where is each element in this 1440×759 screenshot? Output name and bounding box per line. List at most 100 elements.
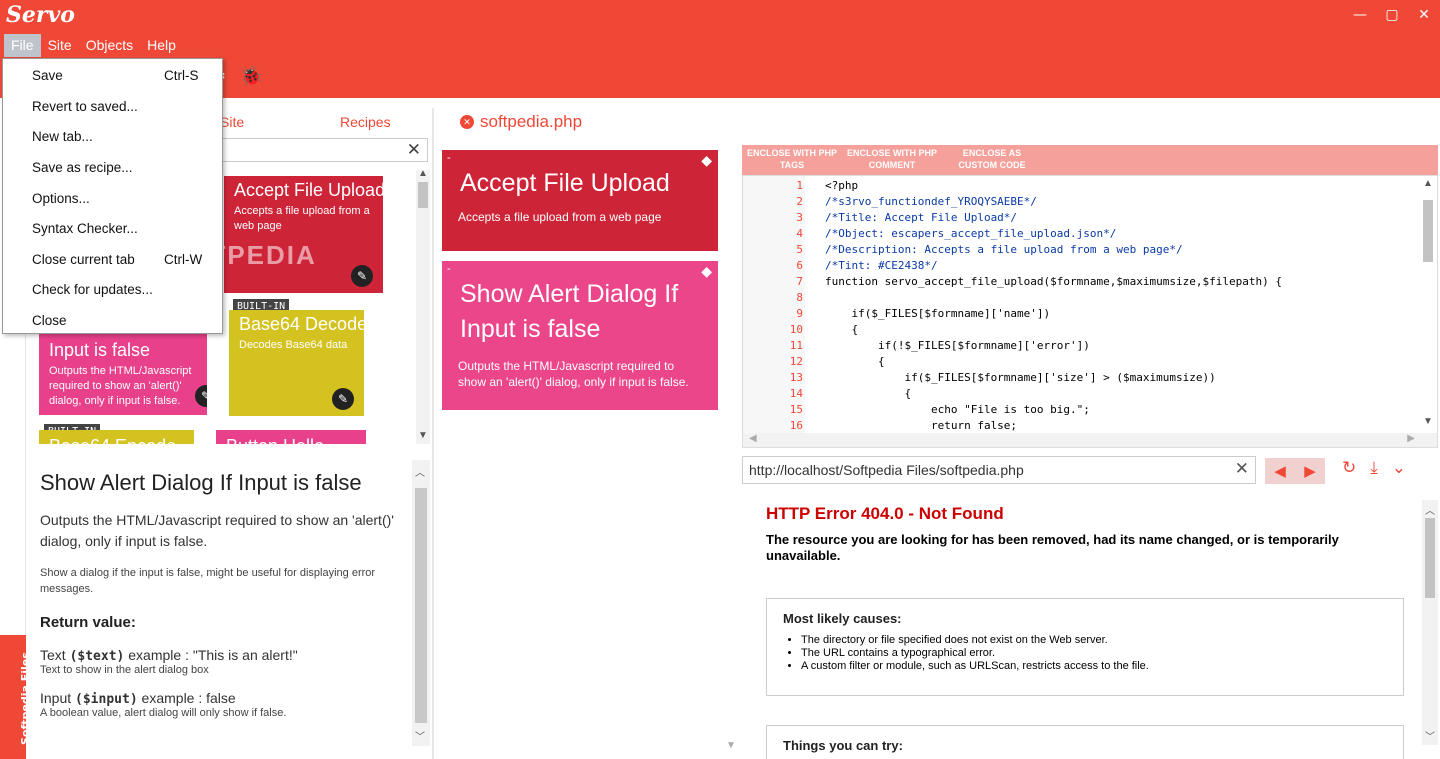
scroll-up-icon[interactable]: ▲ (1423, 178, 1433, 189)
code-vscrollbar[interactable]: ▲ ▼ (1421, 178, 1435, 430)
scroll-down-icon[interactable]: ▼ (418, 430, 428, 441)
enclose-php-comment-button[interactable]: ENCLOSE WITH PHP COMMENT (844, 148, 940, 171)
enclose-php-tags-button[interactable]: ENCLOSE WITH PHP TAGS (744, 148, 840, 171)
description-title: Show Alert Dialog If Input is false (40, 470, 362, 495)
menu-item-syntax-checker[interactable]: Syntax Checker... (32, 221, 138, 236)
scroll-thumb[interactable] (418, 182, 428, 208)
code-line: /*Description: Accepts a file upload fro… (825, 243, 1183, 256)
wand-icon[interactable]: ✎ (332, 388, 354, 410)
paint-bucket-icon[interactable]: ◆ (701, 152, 712, 169)
code-line: /*s3rvo_functiondef_YROQYSAEBE*/ (825, 195, 1037, 208)
tile-base64-decode[interactable]: Base64 Decode Decodes Base64 data ✎ (229, 310, 364, 416)
menu-item-new-tab[interactable]: New tab... (32, 129, 93, 144)
description-details: Show a dialog if the input is false, mig… (40, 567, 376, 595)
menu-item-revert[interactable]: Revert to saved... (32, 99, 138, 114)
tab-site[interactable]: Site (220, 114, 244, 130)
scroll-down-icon[interactable]: ﹀ (1425, 728, 1435, 743)
code-hscrollbar[interactable]: ◀ ▶ (743, 433, 1437, 447)
code-editor[interactable]: 1 <?php 2 /*s3rvo_functiondef_YROQYSAEBE*/ 3… (742, 175, 1438, 448)
scroll-thumb[interactable] (415, 488, 427, 723)
code-line: <?php (825, 179, 859, 192)
recipe-description: Show Alert Dialog If Input is false Outp… (30, 452, 412, 759)
line-number: 11 (789, 339, 803, 352)
description-scrollbar[interactable]: ︿ ﹀ (412, 460, 430, 746)
return-value-heading: Return value: (40, 613, 136, 631)
file-menu-dropdown: Save Ctrl-S Revert to saved... New tab..… (2, 58, 223, 334)
line-number: 9 (796, 307, 803, 320)
menu-file[interactable]: File (4, 34, 41, 57)
scroll-down-icon[interactable]: ▼ (726, 740, 736, 751)
causes-heading: Most likely causes: (783, 611, 902, 626)
paint-bucket-icon[interactable]: ◆ (701, 263, 712, 280)
menu-item-check-updates[interactable]: Check for updates... (32, 282, 153, 297)
menu-item-options[interactable]: Options... (32, 191, 90, 206)
maximize-button[interactable]: ▢ (1376, 0, 1408, 30)
line-number: 5 (796, 243, 803, 256)
menu-item-save[interactable]: Save (32, 68, 63, 83)
wand-icon[interactable]: ✎ (351, 265, 373, 287)
tab-recipes[interactable]: Recipes (340, 114, 391, 130)
code-line: { (825, 323, 859, 336)
enclose-custom-code-button[interactable]: ENCLOSE AS CUSTOM CODE (952, 148, 1032, 171)
preview-nav-buttons: ◀ ▶ (1265, 458, 1325, 484)
download-icon[interactable]: ⤓ (1370, 458, 1378, 478)
back-icon[interactable]: ◀ (1265, 458, 1295, 484)
code-line: { (825, 355, 885, 368)
app-logo: Servo (6, 2, 75, 28)
tile-button-hello[interactable]: Button Hello (216, 430, 366, 444)
list-item: The directory or file specified does not… (801, 634, 1403, 647)
forward-icon[interactable]: ▶ (1295, 458, 1325, 484)
try-box: Things you can try: (766, 725, 1404, 759)
menu-item-close-tab[interactable]: Close current tab (32, 252, 135, 267)
minimize-button[interactable]: — (1344, 0, 1376, 30)
bug-icon[interactable]: 🐞 (240, 66, 262, 87)
line-number: 7 (796, 275, 803, 288)
line-number: 14 (789, 387, 803, 400)
code-line: /*Title: Accept File Upload*/ (825, 211, 1018, 224)
preview-scrollbar[interactable]: ︿ ﹀ (1422, 500, 1438, 745)
refresh-icon[interactable]: ↻ (1342, 458, 1356, 478)
line-number: 3 (796, 211, 803, 224)
scroll-up-icon[interactable]: ︿ (415, 464, 425, 479)
close-window-button[interactable]: ✕ (1408, 0, 1440, 30)
menu-site[interactable]: Site (41, 34, 79, 57)
scroll-thumb[interactable] (1425, 518, 1435, 598)
softpedia-files-tab[interactable]: Softpedia Files (0, 635, 32, 759)
code-line: if($_FILES[$formname]['name']) (825, 307, 1051, 320)
close-tab-icon[interactable]: ✕ (460, 115, 474, 129)
recipes-scrollbar[interactable]: ▼ (724, 150, 738, 759)
line-number: 6 (796, 259, 803, 272)
code-line: function servo_accept_file_upload($formn… (825, 275, 1282, 288)
clear-url-icon[interactable]: ✕ (1235, 459, 1249, 479)
menu-item-close[interactable]: Close (32, 313, 67, 328)
try-heading: Things you can try: (783, 738, 903, 753)
scroll-up-icon[interactable]: ▲ (418, 168, 428, 179)
line-number: 10 (789, 323, 803, 336)
grid-scrollbar[interactable]: ▲ ▼ (416, 168, 430, 444)
scroll-left-icon[interactable]: ◀ (749, 433, 757, 444)
tile-base64-encode[interactable]: Base64 Encode (39, 430, 194, 444)
tile-accept-file-upload[interactable]: Accept File Upload Accepts a file upload… (224, 176, 383, 293)
scroll-down-icon[interactable]: ﹀ (415, 728, 425, 743)
pane-divider[interactable] (432, 108, 434, 759)
file-tab[interactable]: ✕ softpedia.php (460, 112, 582, 132)
chevron-down-icon[interactable]: ⌄ (1392, 458, 1406, 478)
menu-item-save-recipe[interactable]: Save as recipe... (32, 160, 133, 175)
code-line: /*Tint: #CE2438*/ (825, 259, 938, 272)
scroll-up-icon[interactable]: ︿ (1425, 502, 1435, 517)
line-number: 8 (796, 291, 803, 304)
error-message: The resource you are looking for has bee… (766, 532, 1339, 564)
tile-show-alert-dialog[interactable]: Input is false Outputs the HTML/Javascri… (39, 334, 207, 415)
scroll-down-icon[interactable]: ▼ (1423, 416, 1433, 427)
preview-url-input[interactable]: http://localhost/Softpedia Files/softped… (742, 456, 1256, 484)
menu-objects[interactable]: Objects (79, 34, 140, 57)
window-controls: — ▢ ✕ (1344, 0, 1440, 30)
menu-help[interactable]: Help (140, 34, 183, 57)
recipe-accept-file-upload[interactable]: - ◆ Accept File Upload Accepts a file up… (442, 150, 718, 251)
scroll-thumb[interactable] (1423, 200, 1433, 262)
enclose-toolbar: ENCLOSE WITH PHP TAGS ENCLOSE WITH PHP C… (742, 145, 1438, 175)
scroll-right-icon[interactable]: ▶ (1407, 433, 1415, 444)
recipe-show-alert-dialog[interactable]: - ◆ Show Alert Dialog If Input is false … (442, 261, 718, 410)
code-line: return false; (825, 419, 1018, 432)
clear-search-icon[interactable]: ✕ (407, 140, 421, 160)
